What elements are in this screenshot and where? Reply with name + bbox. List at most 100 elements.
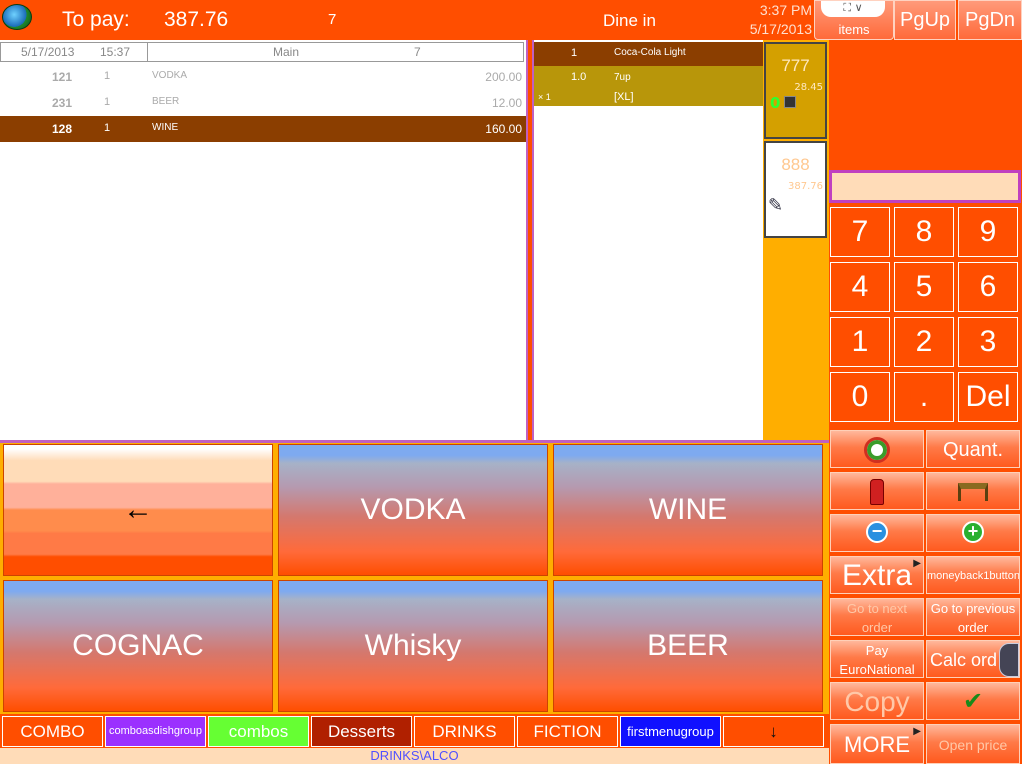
modifier-qty: 1 [571, 47, 578, 59]
item-price: 200.00 [485, 70, 522, 84]
key-4[interactable]: 4 [830, 262, 890, 312]
modifier-row[interactable]: 1.0 7up × 1 [XL] [534, 66, 764, 106]
order-row-selected[interactable]: 128 1 WINE 160.00 [0, 116, 526, 142]
spices-icon [864, 437, 890, 463]
open-price-button[interactable]: Open price [926, 724, 1020, 764]
tile-wine[interactable]: WINE [553, 444, 823, 576]
group-tab-desserts[interactable]: Desserts [311, 716, 412, 747]
key-5[interactable]: 5 [894, 262, 954, 312]
order-row[interactable]: 121 1 VODKA 200.00 [0, 64, 526, 90]
item-qty: 1 [104, 122, 111, 134]
order-time: 15:37 [100, 45, 131, 59]
moneyback-button[interactable]: moneyback1button [926, 556, 1020, 594]
ticket-count: 0 [770, 94, 781, 112]
increase-button[interactable]: + [926, 514, 1020, 552]
group-tab-scroll-down[interactable]: ↓ [723, 716, 824, 747]
key-2[interactable]: 2 [894, 317, 954, 367]
status-path: DRINKS\ALCO [0, 748, 829, 764]
order-table: 7 [414, 45, 421, 59]
order-header: 5/17/2013 15:37 Main 7 [0, 42, 524, 62]
tickets-column: 777 28.45 0 888 387.76 ✎ [763, 40, 829, 440]
modifier-sub-name: [XL] [614, 91, 634, 103]
save-disk-icon [784, 96, 796, 108]
table-number: 7 [328, 11, 337, 28]
key-dot[interactable]: . [894, 372, 954, 422]
bottle-icon [870, 479, 884, 505]
order-type: Dine in [603, 11, 656, 30]
side-handle-icon[interactable] [999, 643, 1019, 677]
tile-vodka[interactable]: VODKA [278, 444, 548, 576]
item-price: 160.00 [485, 122, 522, 136]
item-qty: 1 [104, 70, 111, 82]
group-tab-drinks[interactable]: DRINKS [414, 716, 515, 747]
group-tab-comboasdishgroup[interactable]: comboasdishgroup [105, 716, 206, 747]
table-button[interactable] [926, 472, 1020, 510]
pen-icon: ✎ [768, 195, 784, 216]
key-7[interactable]: 7 [830, 207, 890, 257]
key-8[interactable]: 8 [894, 207, 954, 257]
ticket-number: 777 [781, 56, 810, 75]
group-tab-combo[interactable]: COMBO [2, 716, 103, 747]
item-name: WINE [152, 122, 179, 133]
group-tab-fiction[interactable]: FICTION [517, 716, 618, 747]
next-order-button[interactable]: Go to next order [830, 598, 924, 636]
more-button[interactable]: MORE ▶ [830, 724, 924, 764]
modifier-sub-qty: × 1 [538, 92, 551, 102]
submenu-arrow-icon: ▶ [913, 558, 921, 569]
previous-order-button[interactable]: Go to previous order [926, 598, 1020, 636]
globe-logo-icon [2, 4, 32, 30]
ticket-number: 888 [781, 155, 810, 174]
ticket-777[interactable]: 777 28.45 0 [764, 42, 827, 139]
item-qty: 1 [104, 96, 111, 108]
back-arrow-icon: ← [123, 493, 153, 526]
back-tile[interactable]: ← [3, 444, 273, 576]
key-3[interactable]: 3 [958, 317, 1018, 367]
plus-icon: + [962, 521, 984, 543]
group-tab-firstmenugroup[interactable]: firstmenugroup [620, 716, 721, 747]
tile-whisky[interactable]: Whisky [278, 580, 548, 712]
item-price: 12.00 [491, 96, 522, 110]
calc-order-button[interactable]: Calc ord [926, 640, 1020, 678]
info-area [829, 40, 1022, 170]
modifier-name: 7up [614, 72, 631, 83]
numeric-input[interactable] [829, 170, 1021, 203]
clock-time: 3:37 PM [759, 2, 812, 18]
copy-button[interactable]: Copy [830, 682, 924, 720]
key-6[interactable]: 6 [958, 262, 1018, 312]
tile-beer[interactable]: BEER [553, 580, 823, 712]
decrease-button[interactable]: − [830, 514, 924, 552]
key-9[interactable]: 9 [958, 207, 1018, 257]
extra-button[interactable]: Extra ▶ [830, 556, 924, 594]
menu-grid: ← VODKA WINE COGNAC Whisky BEER [0, 440, 829, 714]
pay-euronational-button[interactable]: Pay EuroNational [830, 640, 924, 678]
clock-date: 5/17/2013 [749, 21, 812, 37]
arrow-down-icon: ↓ [769, 722, 778, 741]
items-tab-label: items [838, 22, 870, 37]
item-code: 128 [51, 122, 72, 136]
modifier-qty: 1.0 [571, 71, 587, 83]
ticket-amount: 387.76 [788, 181, 823, 192]
key-0[interactable]: 0 [830, 372, 890, 422]
ticket-888[interactable]: 888 387.76 ✎ [764, 141, 827, 238]
extra-label: Extra [841, 559, 913, 592]
spices-button[interactable] [830, 430, 924, 468]
modifier-row[interactable]: 1 Coca-Cola Light [534, 42, 764, 66]
checkmark-icon: ✔ [962, 688, 984, 715]
submenu-arrow-icon: ▶ [913, 726, 921, 737]
items-tab[interactable]: ⛶ ∨ items [814, 0, 894, 40]
key-1[interactable]: 1 [830, 317, 890, 367]
expand-icon[interactable]: ⛶ ∨ [821, 1, 885, 17]
order-row[interactable]: 231 1 BEER 12.00 [0, 90, 526, 116]
page-up-button[interactable]: PgUp [894, 0, 956, 40]
sauce-button[interactable] [830, 472, 924, 510]
quantity-button[interactable]: Quant. [926, 430, 1020, 468]
group-tab-combos[interactable]: combos [208, 716, 309, 747]
minus-icon: − [866, 521, 888, 543]
key-delete[interactable]: Del [958, 372, 1018, 422]
order-date: 5/17/2013 [21, 45, 75, 59]
table-icon [958, 483, 988, 501]
tile-cognac[interactable]: COGNAC [3, 580, 273, 712]
to-pay-label: To pay: [62, 8, 130, 31]
confirm-button[interactable]: ✔ [926, 682, 1020, 720]
page-down-button[interactable]: PgDn [958, 0, 1022, 40]
